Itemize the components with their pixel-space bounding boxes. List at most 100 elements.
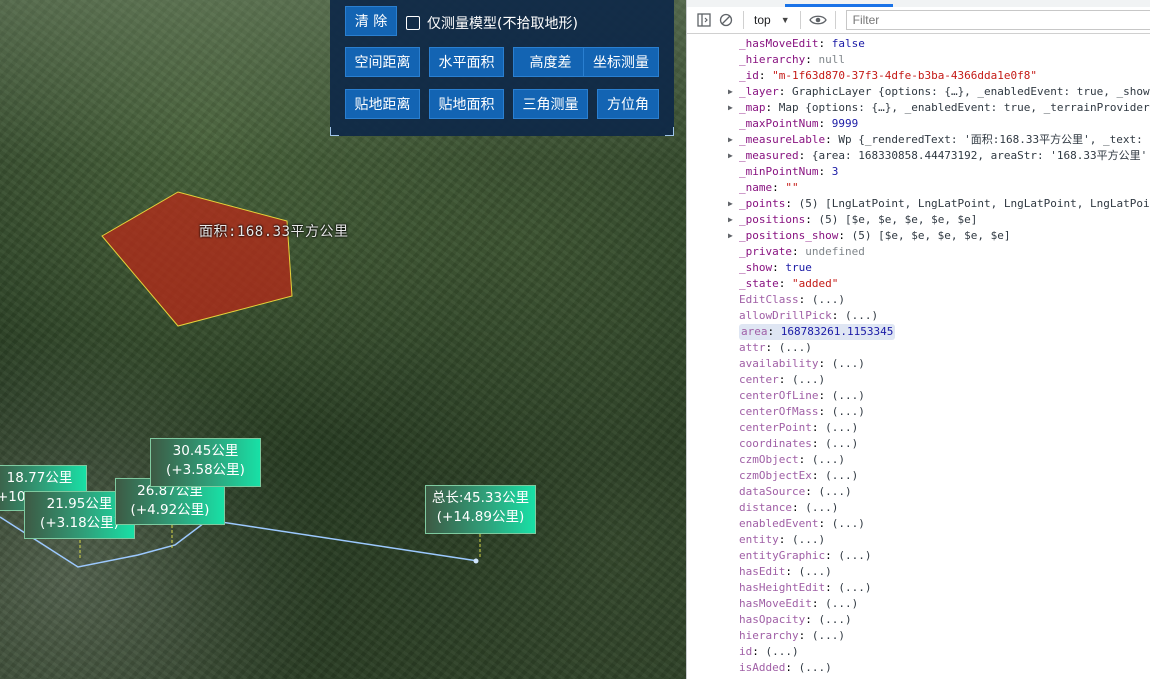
property-value[interactable]: (...) — [845, 309, 878, 322]
clear-button[interactable]: 清 除 — [345, 6, 397, 36]
property-row: _hierarchy: null — [687, 52, 1150, 68]
property-key: hierarchy — [739, 629, 799, 642]
toolbar-divider — [799, 11, 801, 29]
property-text: coordinates: (...) — [739, 436, 858, 452]
property-value[interactable]: (...) — [766, 645, 799, 658]
property-text: allowDrillPick: (...) — [739, 308, 878, 324]
property-row[interactable]: ▶ _measureLable: Wp {_renderedText: '面积:1… — [687, 132, 1150, 148]
property-separator: : — [811, 469, 826, 482]
property-value[interactable]: (...) — [832, 389, 865, 402]
property-value[interactable]: (...) — [792, 373, 825, 386]
expand-arrow-icon[interactable]: ▶ — [728, 84, 733, 100]
expand-arrow-icon[interactable]: ▶ — [728, 228, 733, 244]
property-separator: : — [765, 101, 779, 114]
toolbar-divider — [834, 11, 836, 29]
context-selector[interactable]: top ▼ — [750, 13, 794, 27]
property-value[interactable]: (...) — [792, 533, 825, 546]
property-value[interactable]: (...) — [812, 293, 845, 306]
distance-label: 30.45公里 (+3.58公里) — [150, 438, 261, 487]
property-value[interactable]: (...) — [825, 469, 858, 482]
space-distance-button[interactable]: 空间距离 — [345, 47, 420, 77]
property-separator: : — [778, 533, 792, 546]
property-text: hasEdit: (...) — [739, 564, 832, 580]
property-value[interactable]: (...) — [832, 405, 865, 418]
property-value[interactable]: (...) — [832, 517, 865, 530]
property-key: _minPointNum — [739, 165, 819, 178]
property-value[interactable]: (...) — [825, 421, 858, 434]
property-text: _positions: (5) [$e, $e, $e, $e, $e] — [739, 212, 977, 228]
property-key: _name — [739, 181, 773, 194]
clear-console-icon[interactable] — [715, 9, 737, 31]
property-text: _positions_show: (5) [$e, $e, $e, $e, $e… — [739, 228, 1011, 244]
expand-arrow-icon[interactable]: ▶ — [728, 212, 733, 228]
live-expression-eye-icon[interactable] — [807, 9, 829, 31]
height-diff-button[interactable]: 高度差 — [513, 47, 588, 77]
triangle-measure-button[interactable]: 三角测量 — [513, 89, 588, 119]
ground-distance-button[interactable]: 贴地距离 — [345, 89, 420, 119]
property-row: availability: (...) — [687, 356, 1150, 372]
property-text: enabledEvent: (...) — [739, 516, 865, 532]
property-value: undefined — [805, 245, 865, 258]
property-row[interactable]: ▶ _map: Map {options: {…}, _enabledEvent:… — [687, 100, 1150, 116]
expand-arrow-icon[interactable]: ▶ — [728, 100, 733, 116]
expand-arrow-icon[interactable]: ▶ — [728, 132, 733, 148]
property-text: dataSource: (...) — [739, 484, 852, 500]
map-view[interactable]: 面积:168.33平方公里 18.77公里 +10. 21.95公里 (+3.1… — [0, 0, 686, 679]
property-separator: : — [785, 661, 799, 674]
property-value[interactable]: (...) — [825, 437, 858, 450]
property-row[interactable]: ▶ _positions: (5) [$e, $e, $e, $e, $e] — [687, 212, 1150, 228]
coordinate-measure-button[interactable]: 坐标测量 — [583, 47, 659, 77]
property-value[interactable]: (...) — [832, 357, 865, 370]
property-value[interactable]: (...) — [825, 597, 858, 610]
property-value[interactable]: (...) — [799, 661, 832, 674]
property-value: 3 — [831, 165, 839, 178]
property-row: hasOpacity: (...) — [687, 612, 1150, 628]
model-only-checkbox[interactable]: 仅测量模型(不拾取地形) — [406, 13, 578, 33]
property-value[interactable]: (...) — [799, 565, 832, 578]
property-value[interactable]: (...) — [818, 485, 851, 498]
property-key: hasOpacity — [739, 613, 806, 626]
devtools-tabstrip — [687, 0, 1150, 7]
property-text: id: (...) — [739, 644, 799, 660]
property-key: _state — [739, 277, 779, 290]
property-separator: : — [767, 325, 781, 338]
property-text: availability: (...) — [739, 356, 865, 372]
property-value: (5) [$e, $e, $e, $e, $e] — [851, 229, 1011, 242]
expand-arrow-icon[interactable]: ▶ — [728, 196, 733, 212]
property-value[interactable]: (...) — [818, 613, 851, 626]
property-value: 168783261.1153345 — [780, 325, 894, 338]
distance-label-total: 总长:45.33公里 — [431, 490, 530, 506]
property-row[interactable]: ▶ _positions_show: (5) [$e, $e, $e, $e, $… — [687, 228, 1150, 244]
property-key: availability — [739, 357, 819, 370]
property-separator: : — [818, 37, 832, 50]
property-value[interactable]: (...) — [838, 581, 871, 594]
expand-arrow-icon[interactable]: ▶ — [728, 148, 733, 164]
property-row: hasMoveEdit: (...) — [687, 596, 1150, 612]
azimuth-button[interactable]: 方位角 — [597, 89, 659, 119]
property-key: distance — [739, 501, 792, 514]
horizontal-area-button[interactable]: 水平面积 — [429, 47, 504, 77]
property-separator: : — [798, 149, 812, 162]
property-row: attr: (...) — [687, 340, 1150, 356]
property-text: center: (...) — [739, 372, 825, 388]
property-text: area: 168783261.1153345 — [739, 324, 896, 340]
end-point-marker — [473, 558, 479, 564]
property-row[interactable]: ▶ _points: (5) [LngLatPoint, LngLatPoint,… — [687, 196, 1150, 212]
measure-toolbar: 清 除 仅测量模型(不拾取地形) 空间距离 水平面积 高度差 坐标测量 贴地距离… — [330, 0, 674, 136]
property-row[interactable]: ▶ _measured: {area: 168330858.44473192, a… — [687, 148, 1150, 164]
property-key: czmObject — [739, 453, 799, 466]
property-value[interactable]: (...) — [812, 453, 845, 466]
property-text: _id: "m-1f63d870-37f3-4dfe-b3ba-4366dda1… — [739, 68, 1037, 84]
measured-area-polygon[interactable] — [101, 191, 293, 327]
property-text: hasHeightEdit: (...) — [739, 580, 871, 596]
checkbox-box[interactable] — [406, 16, 420, 30]
property-value[interactable]: (...) — [838, 549, 871, 562]
property-value[interactable]: (...) — [805, 501, 838, 514]
sidebar-toggle-icon[interactable] — [693, 9, 715, 31]
property-value[interactable]: (...) — [812, 629, 845, 642]
ground-area-button[interactable]: 贴地面积 — [429, 89, 504, 119]
console-filter-input[interactable]: Filter — [845, 10, 1150, 30]
property-row[interactable]: ▶ _layer: GraphicLayer {options: {…}, _en… — [687, 84, 1150, 100]
property-value[interactable]: (...) — [779, 341, 812, 354]
property-row: EditClass: (...) — [687, 292, 1150, 308]
